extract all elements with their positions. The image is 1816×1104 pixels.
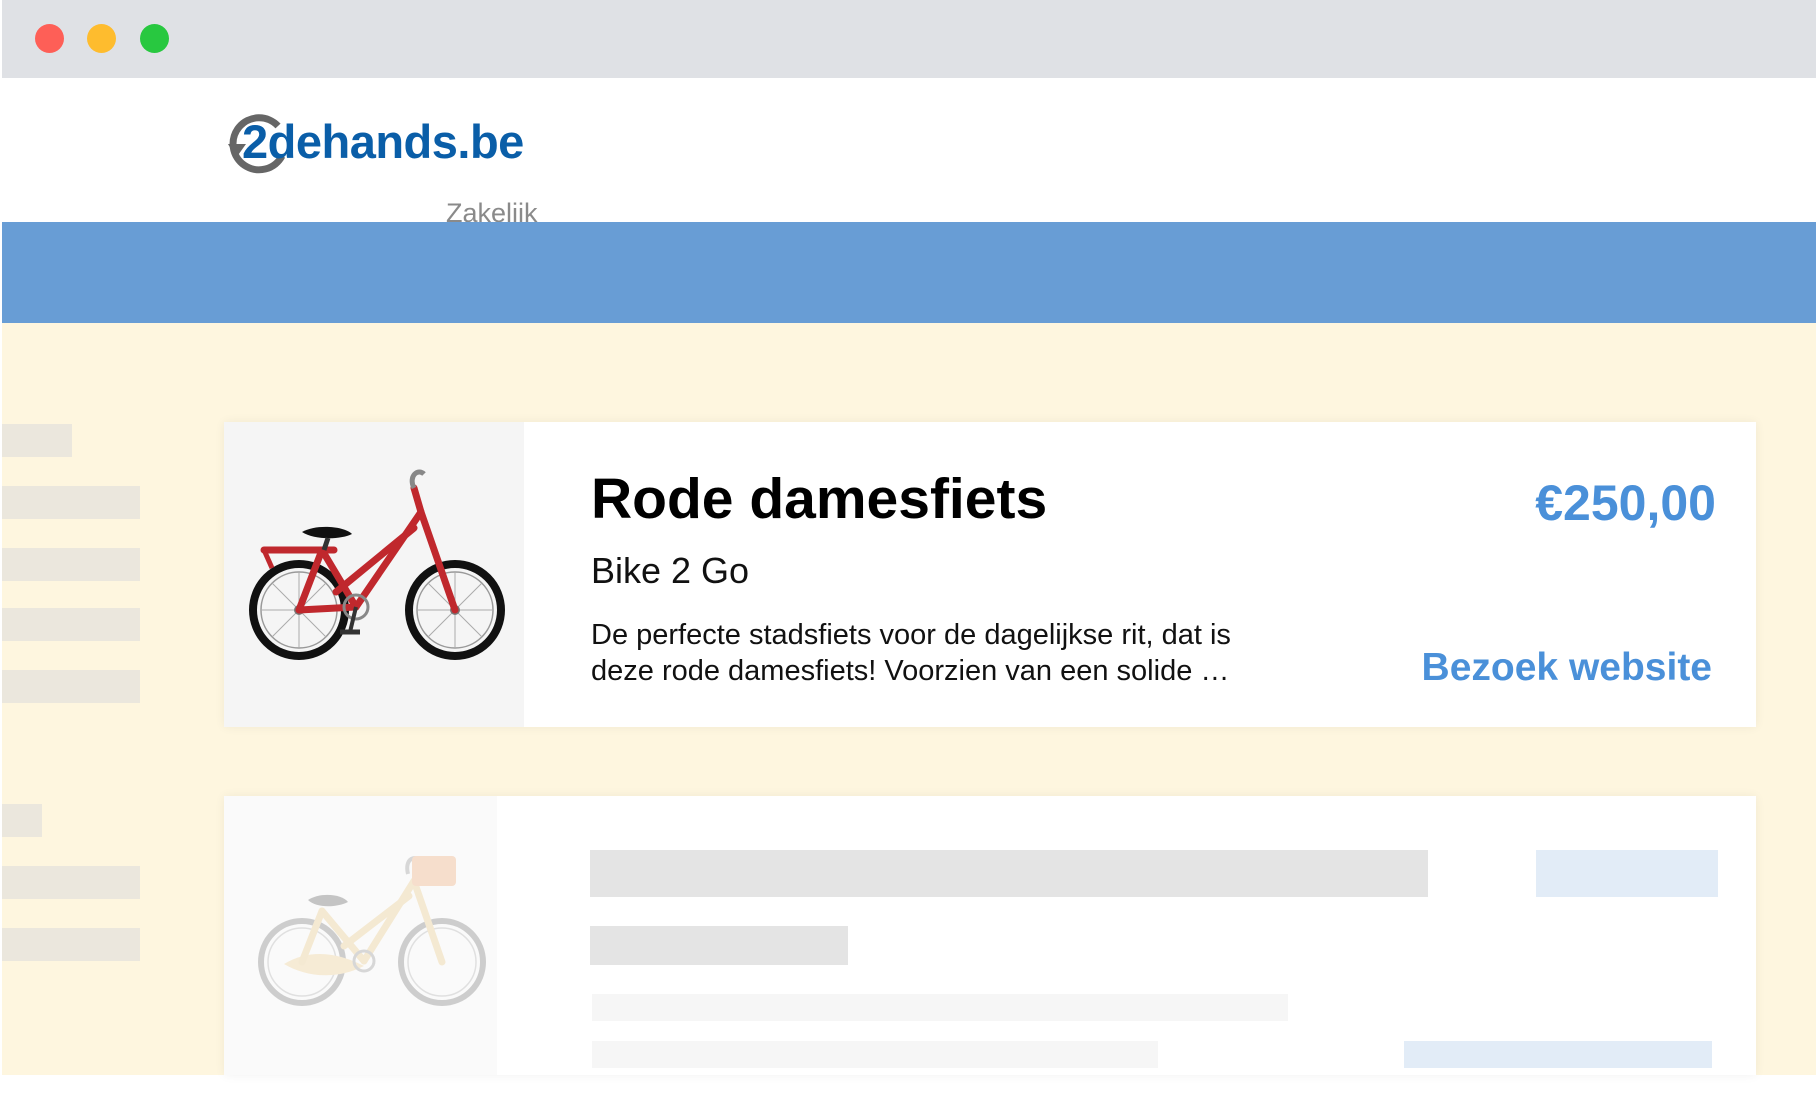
site-header: 2dehands.be Zakelijk: [2, 78, 1816, 228]
visit-website-link[interactable]: Bezoek website: [1422, 646, 1712, 690]
site-logo[interactable]: 2dehands.be Zakelijk: [224, 110, 554, 228]
listing-image[interactable]: [224, 422, 524, 727]
navigation-bar: [2, 222, 1816, 323]
sidebar-placeholder-item: [2, 670, 140, 703]
listing-description-line: deze rode damesfiets! Voorzien van een s…: [591, 655, 1230, 687]
sidebar-placeholder-item: [2, 486, 140, 519]
placeholder-description-bar: [592, 994, 1288, 1021]
listing-description-line: De perfecte stadsfiets voor de dagelijks…: [591, 619, 1231, 651]
red-bicycle-image: [249, 469, 505, 660]
sidebar-placeholder-item: [2, 928, 140, 961]
sidebar-placeholder-item: [2, 866, 140, 899]
placeholder-seller-bar: [590, 926, 848, 965]
sidebar-placeholder-item: [2, 424, 72, 457]
listing-card[interactable]: Rode damesfiets Bike 2 Go De perfecte st…: [224, 422, 1756, 727]
placeholder-listing-image: [224, 796, 497, 1075]
logo-wordmark: 2dehands.be: [242, 115, 524, 168]
sidebar-placeholder-item: [2, 548, 140, 581]
faded-bicycle-image: [258, 856, 486, 1006]
listing-seller: Bike 2 Go: [591, 550, 750, 591]
listing-title[interactable]: Rode damesfiets: [591, 466, 1047, 532]
sidebar-placeholder-item: [2, 608, 140, 641]
placeholder-description-bar: [592, 1041, 1158, 1068]
window-titlebar: [2, 0, 1816, 78]
maximize-window-button[interactable]: [140, 24, 169, 53]
minimize-window-button[interactable]: [87, 24, 116, 53]
placeholder-listing-card: [224, 796, 1756, 1075]
placeholder-price-bar: [1536, 850, 1718, 897]
close-window-button[interactable]: [35, 24, 64, 53]
placeholder-title-bar: [590, 850, 1428, 897]
listing-description: De perfecte stadsfiets voor de dagelijks…: [591, 617, 1381, 689]
listing-price: €250,00: [1535, 475, 1716, 531]
sidebar-placeholder-item: [2, 804, 42, 837]
placeholder-link-bar: [1404, 1041, 1712, 1068]
